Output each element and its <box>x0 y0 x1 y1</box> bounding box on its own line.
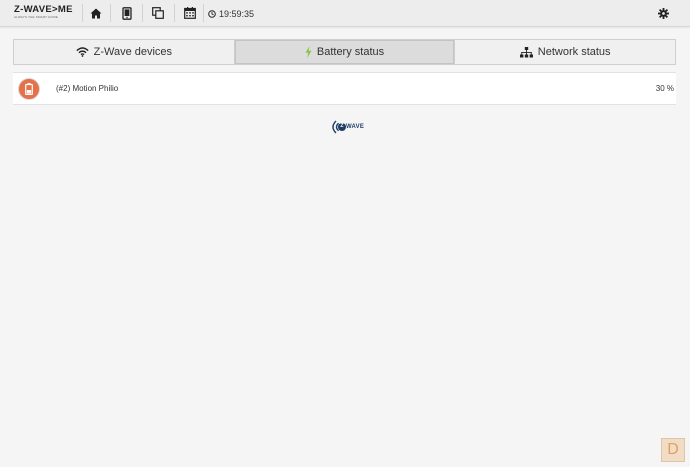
debug-button[interactable]: D <box>661 438 685 462</box>
status-tabs: Z-Wave devices Battery status Network st… <box>13 39 676 65</box>
zwave-logo: Z WAVE <box>328 118 366 136</box>
settings-button[interactable] <box>654 5 672 21</box>
copy-icon <box>152 7 164 19</box>
toolbar-divider <box>82 4 83 22</box>
tab-label: Network status <box>537 46 611 58</box>
clock-time: 19:59:35 <box>219 9 255 19</box>
battery-icon <box>25 83 33 95</box>
gear-icon <box>657 7 669 19</box>
events-button[interactable] <box>179 4 201 22</box>
elements-button[interactable] <box>116 4 138 22</box>
tab-network-status[interactable]: Network status <box>455 40 675 64</box>
toolbar-divider <box>142 4 143 22</box>
zwave-logo-text: WAVE <box>346 124 365 130</box>
tablet-icon <box>122 6 132 20</box>
bolt-icon <box>305 46 312 58</box>
tab-label: Z-Wave devices <box>93 46 173 58</box>
tab-label: Battery status <box>316 46 385 58</box>
top-bar: Z-WAVE>ME ALWAYS THE SMART HOME 19:59:35 <box>0 0 690 27</box>
sitemap-icon <box>519 46 533 57</box>
device-name: (#2) Motion Philio <box>56 84 119 93</box>
logo-main-text: Z-WAVE>ME <box>14 4 73 15</box>
toolbar-divider <box>203 4 204 22</box>
wifi-icon <box>75 47 89 57</box>
logo-sub-text: ALWAYS THE SMART HOME <box>14 15 58 19</box>
tab-zwave-devices[interactable]: Z-Wave devices <box>14 40 235 64</box>
list-item[interactable]: (#2) Motion Philio 30 % <box>13 72 676 105</box>
tab-battery-status[interactable]: Battery status <box>234 40 456 64</box>
rooms-button[interactable] <box>147 4 169 22</box>
toolbar-divider <box>174 4 175 22</box>
clock-icon <box>208 10 216 18</box>
device-avatar <box>18 78 40 100</box>
calendar-icon <box>184 7 196 19</box>
zwave-me-logo[interactable]: Z-WAVE>ME ALWAYS THE SMART HOME <box>14 5 72 23</box>
battery-level: 30 % <box>655 84 674 93</box>
home-icon <box>90 8 102 18</box>
toolbar-divider <box>110 4 111 22</box>
zwave-badge-letter: Z <box>340 123 344 130</box>
home-button[interactable] <box>85 4 107 22</box>
clock-display: 19:59:35 <box>208 8 254 20</box>
